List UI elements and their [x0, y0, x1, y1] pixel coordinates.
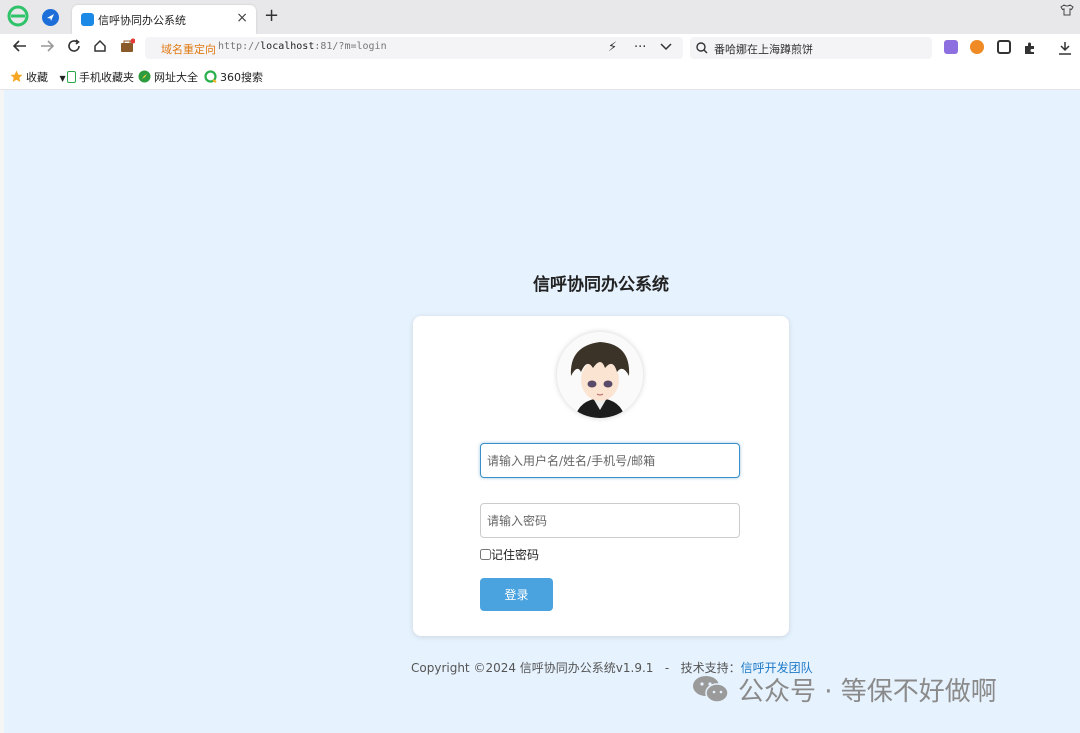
search-box[interactable]: 番哈娜在上海蹲煎饼 — [690, 37, 932, 59]
remember-password[interactable]: 记住密码 — [480, 546, 539, 563]
new-tab-button[interactable]: + — [264, 5, 279, 26]
search-text: 番哈娜在上海蹲煎饼 — [714, 43, 813, 56]
screenshot-icon[interactable] — [997, 40, 1011, 54]
skin-icon[interactable] — [1060, 3, 1074, 17]
username-input[interactable] — [480, 443, 740, 478]
pinned-tab-icon[interactable] — [42, 9, 59, 26]
page-title: 信呼协同办公系统 — [533, 275, 669, 295]
search-icon — [696, 42, 708, 54]
game-icon[interactable] — [970, 40, 984, 54]
translate-icon[interactable] — [944, 40, 958, 54]
reload-icon[interactable] — [64, 38, 84, 58]
login-button[interactable]: 登录 — [480, 578, 553, 611]
navigation-bar: 域名重定向 http://localhost:81/?m=login ⚡ ···… — [0, 34, 1080, 62]
compass-icon — [138, 70, 151, 83]
extensions-icon[interactable] — [1023, 40, 1037, 54]
back-icon[interactable] — [10, 38, 30, 58]
tab-favicon-icon — [81, 13, 94, 26]
phone-icon — [67, 71, 76, 83]
chevron-down-icon[interactable] — [660, 40, 672, 56]
tab-close-icon[interactable]: × — [236, 10, 248, 26]
search-360-icon — [204, 70, 217, 83]
login-card: 记住密码 登录 — [413, 316, 789, 636]
toolbox-icon[interactable] — [117, 38, 137, 58]
browser-logo-icon[interactable] — [7, 5, 29, 27]
avatar — [557, 332, 643, 418]
remember-label: 记住密码 — [491, 548, 540, 562]
lightning-icon[interactable]: ⚡ — [608, 40, 617, 55]
bookmarks-bar: 收藏 ▼ 手机收藏夹 网址大全 360搜索 — [0, 62, 1080, 90]
tab-title: 信呼协同办公系统 — [98, 14, 186, 27]
bookmark-directory[interactable]: 网址大全 — [138, 69, 198, 85]
tab-active[interactable]: 信呼协同办公系统 × — [72, 5, 256, 34]
page-edge — [0, 90, 4, 733]
bookmark-mobile[interactable]: 手机收藏夹 — [67, 69, 134, 85]
tab-bar: 信呼协同办公系统 × + — [0, 0, 1080, 34]
more-icon[interactable]: ··· — [634, 40, 646, 55]
url-text[interactable]: http://localhost:81/?m=login — [218, 41, 387, 52]
star-icon — [10, 70, 23, 82]
forward-icon[interactable] — [37, 38, 57, 58]
wechat-icon — [693, 676, 729, 703]
redirect-label: 域名重定向 — [161, 43, 216, 56]
home-icon[interactable] — [90, 38, 110, 58]
bookmark-favorites[interactable]: 收藏 ▼ — [10, 69, 66, 85]
bookmark-360-search[interactable]: 360搜索 — [204, 69, 263, 85]
chevron-down-icon[interactable]: ▼ — [60, 74, 66, 83]
watermark-text: 公众号 · 等保不好做啊 — [738, 677, 997, 707]
watermark: 公众号 · 等保不好做啊 — [692, 671, 997, 708]
password-input[interactable] — [480, 503, 740, 538]
remember-checkbox[interactable] — [480, 549, 491, 560]
address-bar[interactable]: 域名重定向 http://localhost:81/?m=login ⚡ ··· — [145, 37, 683, 59]
browser-chrome: 信呼协同办公系统 × + 域名重定向 http://localhost:81/?… — [0, 0, 1080, 90]
download-icon[interactable] — [1058, 40, 1072, 55]
